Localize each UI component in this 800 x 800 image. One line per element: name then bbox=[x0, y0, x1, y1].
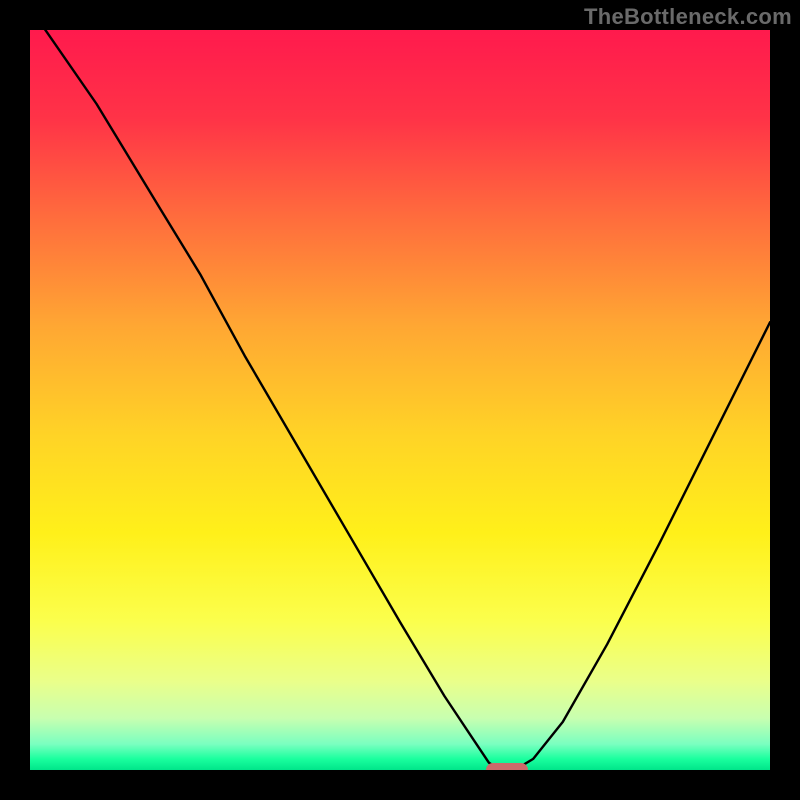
plot-svg bbox=[30, 30, 770, 770]
plot-area bbox=[30, 30, 770, 770]
gradient-background bbox=[30, 30, 770, 770]
chart-frame: TheBottleneck.com bbox=[0, 0, 800, 800]
watermark-text: TheBottleneck.com bbox=[584, 4, 792, 30]
optimal-marker-pill bbox=[486, 763, 528, 770]
